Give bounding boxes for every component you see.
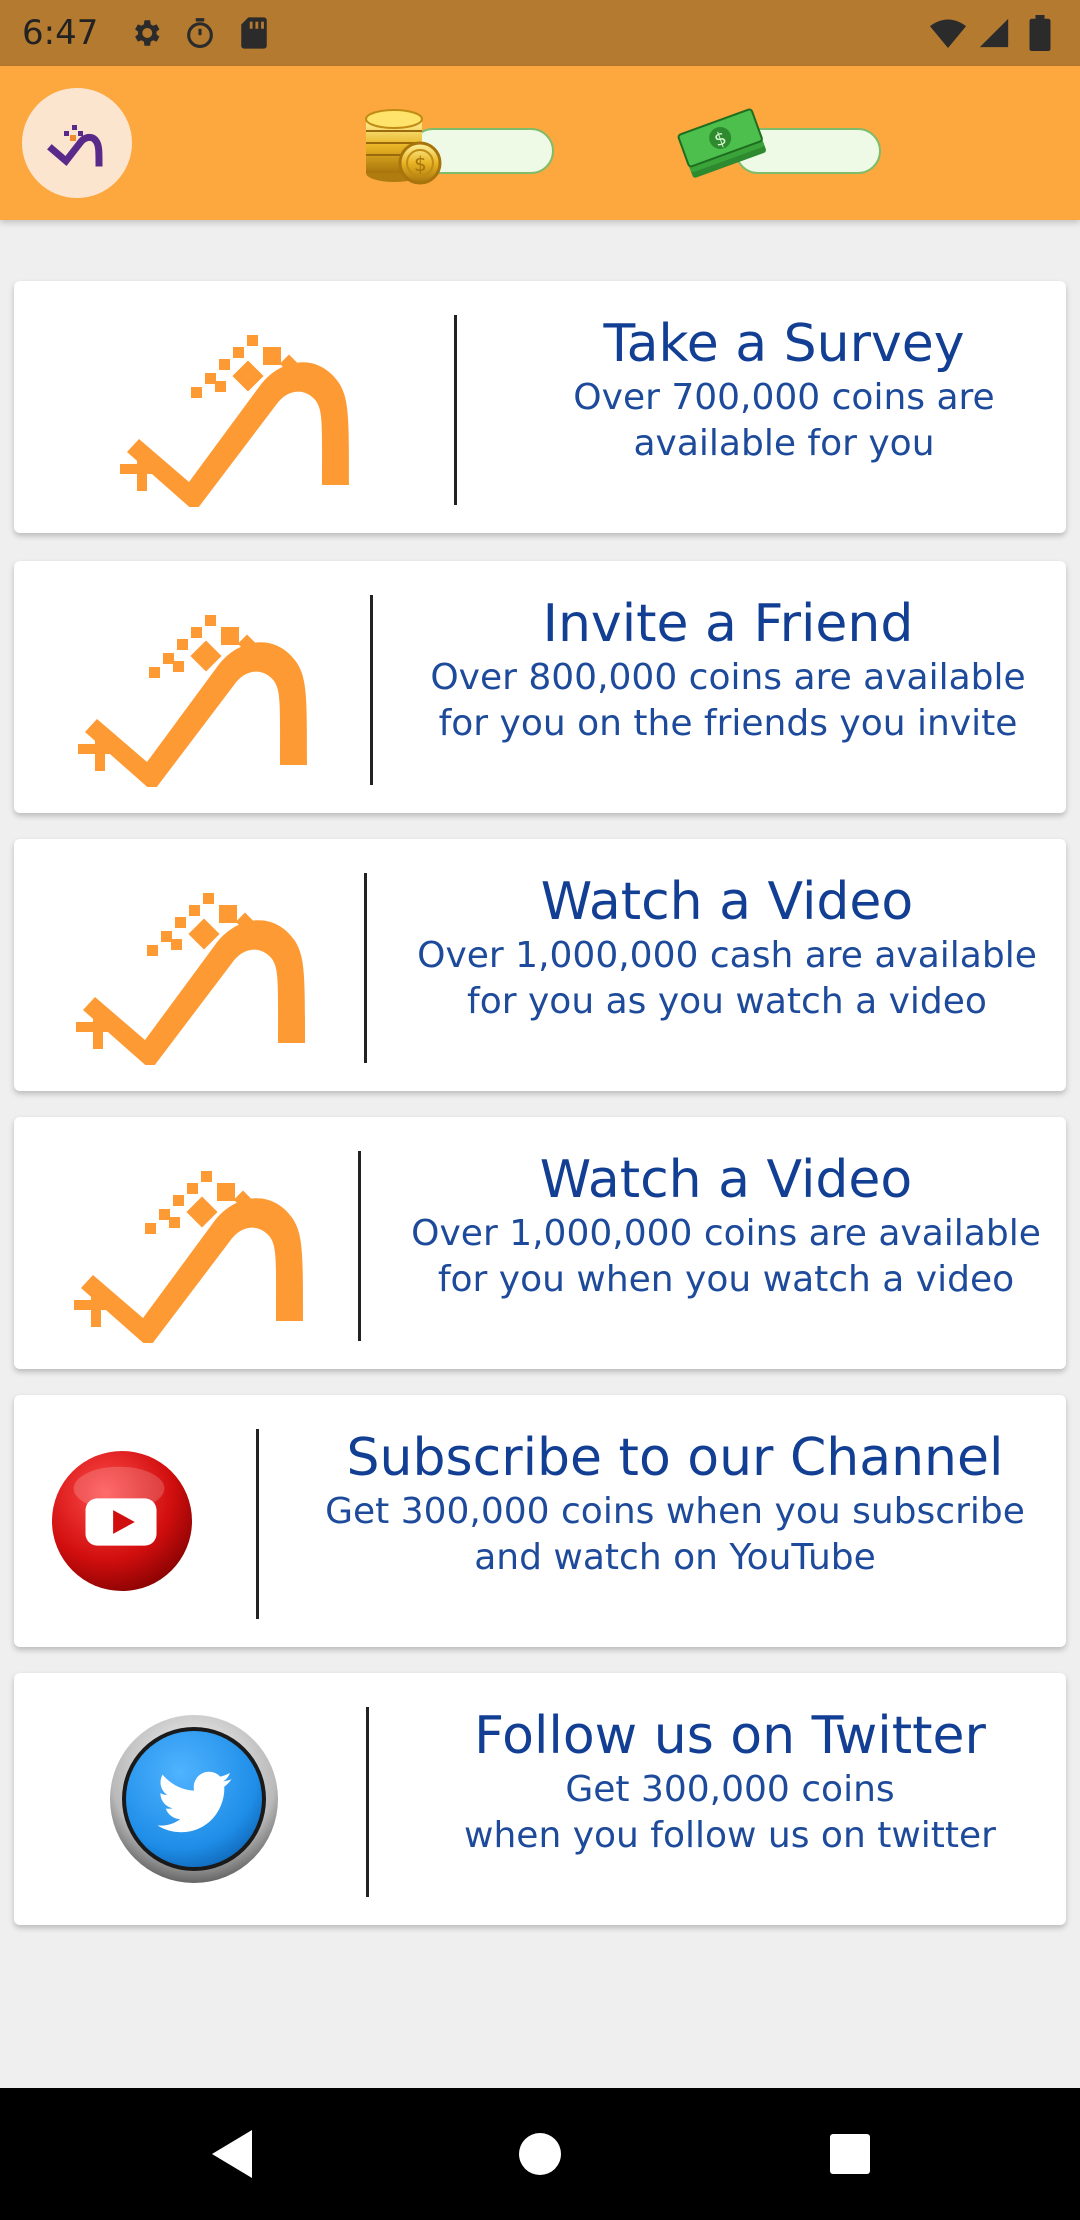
offer-title: Watch a Video: [540, 872, 914, 932]
card-divider: [370, 595, 373, 785]
card-divider: [256, 1429, 259, 1619]
offer-text: Take a Survey Over 700,000 coins are ava…: [514, 313, 1054, 467]
offer-card-youtube[interactable]: Subscribe to our Channel Get 300,000 coi…: [14, 1395, 1066, 1647]
offer-description-line1: Get 300,000 coins when you subscribe: [325, 1491, 1025, 1532]
offer-card-watch-video-coins[interactable]: Watch a Video Over 1,000,000 coins are a…: [14, 1117, 1066, 1369]
home-icon: [519, 2133, 561, 2175]
offer-description-line2: when you follow us on twitter: [464, 1815, 996, 1856]
card-divider: [366, 1707, 369, 1897]
offer-card-twitter[interactable]: Follow us on Twitter Get 300,000 coins w…: [14, 1673, 1066, 1925]
offer-title: Take a Survey: [603, 314, 965, 374]
twitter-icon: [94, 1673, 294, 1925]
app-logo-icon: [48, 1117, 348, 1369]
stopwatch-icon: [182, 15, 218, 51]
offer-title: Subscribe to our Channel: [346, 1428, 1004, 1488]
offer-description-line1: Over 700,000 coins are: [573, 377, 995, 418]
offer-title: Watch a Video: [539, 1150, 913, 1210]
offer-text: Invite a Friend Over 800,000 coins are a…: [398, 593, 1058, 747]
offer-description-line2: for you as you watch a video: [467, 981, 987, 1022]
home-button[interactable]: [504, 2118, 576, 2190]
battery-icon: [1022, 15, 1058, 51]
offer-description-line1: Over 800,000 coins are available: [430, 657, 1026, 698]
app-logo-icon: [50, 839, 350, 1091]
back-button[interactable]: [196, 2118, 268, 2190]
offer-title: Invite a Friend: [542, 594, 914, 654]
recents-icon: [830, 2134, 870, 2174]
offer-description-line2: for you on the friends you invite: [438, 703, 1018, 744]
offer-description-line2: and watch on YouTube: [474, 1537, 876, 1578]
recents-button[interactable]: [814, 2118, 886, 2190]
coins-stack-icon: $: [365, 109, 442, 185]
gear-icon: [128, 15, 164, 51]
offer-text: Watch a Video Over 1,000,000 cash are av…: [392, 871, 1062, 1025]
profile-button[interactable]: [22, 88, 132, 198]
cell-signal-icon: [976, 15, 1012, 51]
app-logo-icon: [52, 561, 352, 813]
app-bar: $ $: [0, 66, 1080, 220]
offer-text: Watch a Video Over 1,000,000 coins are a…: [386, 1149, 1066, 1303]
offer-description-line1: Over 1,000,000 coins are available: [411, 1213, 1041, 1254]
offer-title: Follow us on Twitter: [474, 1706, 986, 1766]
cash-stack-icon: $: [677, 108, 766, 178]
wifi-icon: [930, 15, 966, 51]
app-logo-icon: [47, 125, 103, 167]
card-divider: [364, 873, 367, 1063]
offer-description-line2: available for you: [633, 423, 935, 464]
card-divider: [454, 315, 457, 505]
offer-description-line1: Over 1,000,000 cash are available: [417, 935, 1037, 976]
offer-card-watch-video-cash[interactable]: Watch a Video Over 1,000,000 cash are av…: [14, 839, 1066, 1091]
offer-text: Follow us on Twitter Get 300,000 coins w…: [394, 1705, 1066, 1859]
card-divider: [358, 1151, 361, 1341]
navigation-bar: [0, 2088, 1080, 2220]
offer-description-line1: Get 300,000 coins: [565, 1769, 895, 1810]
offer-card-invite[interactable]: Invite a Friend Over 800,000 coins are a…: [14, 561, 1066, 813]
status-time: 6:47: [22, 13, 99, 53]
offer-card-survey[interactable]: Take a Survey Over 700,000 coins are ava…: [14, 281, 1066, 533]
youtube-icon: [50, 1395, 194, 1647]
status-bar: 6:47: [0, 0, 1080, 66]
back-icon: [212, 2130, 252, 2178]
offer-text: Subscribe to our Channel Get 300,000 coi…: [284, 1427, 1066, 1581]
sd-card-icon: [236, 15, 272, 51]
svg-text:$: $: [414, 152, 427, 176]
app-logo-icon: [94, 281, 394, 533]
offer-description-line2: for you when you watch a video: [437, 1259, 1015, 1300]
